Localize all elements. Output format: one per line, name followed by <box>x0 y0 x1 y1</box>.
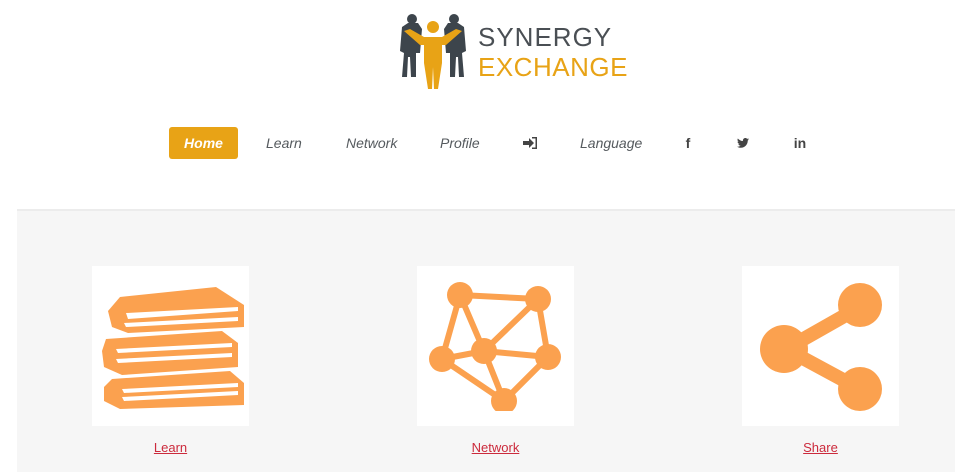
share-link[interactable]: Share <box>742 440 899 455</box>
site-logo[interactable]: SYNERGY EXCHANGE <box>396 12 628 92</box>
linkedin-icon[interactable]: in <box>791 127 809 159</box>
nav-learn[interactable]: Learn <box>266 127 302 159</box>
logo-text: SYNERGY EXCHANGE <box>478 24 628 80</box>
synergy-people-logo-icon <box>400 14 466 89</box>
learn-link[interactable]: Learn <box>92 440 249 455</box>
learn-card[interactable] <box>92 266 249 426</box>
network-graph-icon <box>428 282 561 411</box>
nav-language[interactable]: Language <box>580 127 642 159</box>
nav-network[interactable]: Network <box>346 127 397 159</box>
share-card[interactable] <box>742 266 899 426</box>
sign-in-icon[interactable] <box>521 127 539 159</box>
main-nav: Home Learn Network Profile Language f in <box>169 127 829 159</box>
network-link[interactable]: Network <box>417 440 574 455</box>
nav-home[interactable]: Home <box>169 127 238 159</box>
share-icon <box>759 283 882 411</box>
books-icon <box>101 287 244 409</box>
network-card[interactable] <box>417 266 574 426</box>
logo-line-exchange: EXCHANGE <box>478 52 628 82</box>
twitter-icon[interactable] <box>735 127 751 159</box>
page: SYNERGY EXCHANGE Home Learn Network Prof… <box>0 0 955 472</box>
feature-section: Learn Network Share <box>17 211 955 472</box>
nav-profile[interactable]: Profile <box>440 127 480 159</box>
facebook-icon[interactable]: f <box>681 127 695 159</box>
logo-line-synergy: SYNERGY <box>478 22 613 52</box>
